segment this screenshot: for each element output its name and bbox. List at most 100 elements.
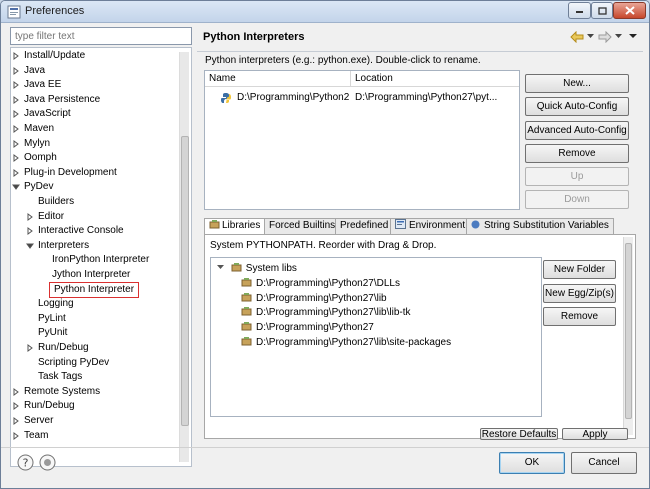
tree-item-label: Logging bbox=[38, 298, 74, 310]
tree-item-label: Builders bbox=[38, 196, 75, 207]
preferences-tree: Install/Update Java Java EE Java Persistenc… bbox=[10, 47, 192, 467]
tree-item-label: Run/Debug bbox=[24, 400, 75, 412]
apply-button[interactable]: Apply bbox=[562, 428, 628, 440]
new-egg-zip-button[interactable]: New Egg/Zip(s) bbox=[543, 284, 616, 303]
tree-item-label: Task Tags bbox=[38, 371, 83, 383]
list-item[interactable]: D:\Programming\Python27\DLLs bbox=[241, 277, 400, 291]
interpreters-description: Python interpreters (e.g.: python.exe). … bbox=[205, 55, 481, 66]
collapsed-arrow-icon[interactable] bbox=[12, 168, 20, 177]
collapsed-arrow-icon[interactable] bbox=[26, 344, 34, 352]
tab-label: Forced Builtins bbox=[269, 220, 336, 231]
tree-item-label: PyUnit bbox=[38, 327, 68, 339]
view-menu-icon[interactable] bbox=[629, 33, 637, 39]
preference-page: Python Interpreters Python interpreters … bbox=[197, 25, 645, 445]
list-item[interactable]: D:\Programming\Python27\lib bbox=[241, 292, 387, 306]
tab-label: String Substitution Variables bbox=[484, 220, 609, 231]
import-export-icon[interactable] bbox=[39, 454, 56, 471]
svg-text:?: ? bbox=[23, 457, 29, 470]
libraries-icon bbox=[209, 220, 220, 229]
collapsed-arrow-icon[interactable] bbox=[12, 110, 20, 119]
tree-item-label: Java Persistence bbox=[24, 93, 101, 105]
tab-predefined[interactable]: Predefined bbox=[335, 218, 394, 234]
tree-item-label: Team bbox=[24, 429, 49, 441]
collapsed-arrow-icon[interactable] bbox=[12, 95, 20, 104]
collapsed-arrow-icon[interactable] bbox=[12, 125, 20, 133]
list-item[interactable]: D:\Programming\Python27 bbox=[241, 321, 374, 335]
tree-item-label: PyDev bbox=[24, 181, 54, 193]
maximize-button[interactable] bbox=[591, 2, 613, 19]
library-path: D:\Programming\Python27 bbox=[256, 322, 374, 334]
forward-menu-icon[interactable] bbox=[615, 33, 622, 39]
expanded-arrow-icon[interactable] bbox=[12, 183, 20, 191]
variables-icon bbox=[471, 220, 480, 229]
back-menu-icon[interactable] bbox=[587, 33, 594, 39]
tree-item-label: Oomph bbox=[24, 152, 57, 164]
close-window-button[interactable] bbox=[613, 2, 646, 19]
collapsed-arrow-icon[interactable] bbox=[12, 402, 20, 411]
maximize-icon bbox=[597, 6, 607, 15]
remove-library-button[interactable]: Remove bbox=[543, 307, 616, 326]
new-interpreter-button[interactable]: New... bbox=[525, 74, 629, 93]
list-item[interactable]: D:\Programming\Python27\lib\site-package… bbox=[241, 336, 451, 350]
quick-auto-config-button[interactable]: Quick Auto-Config bbox=[525, 97, 629, 116]
help-icon[interactable]: ? bbox=[17, 454, 34, 471]
move-down-button[interactable]: Down bbox=[525, 190, 629, 209]
new-folder-button[interactable]: New Folder bbox=[543, 260, 616, 279]
collapsed-arrow-icon[interactable] bbox=[12, 431, 20, 440]
collapsed-arrow-icon[interactable] bbox=[12, 417, 20, 425]
tree-item-label: Server bbox=[24, 415, 54, 426]
collapsed-arrow-icon[interactable] bbox=[26, 212, 34, 221]
system-libs-node[interactable]: System libs bbox=[217, 262, 297, 276]
expanded-arrow-icon[interactable] bbox=[217, 263, 225, 271]
collapsed-arrow-icon[interactable] bbox=[12, 66, 20, 75]
tab-forced-builtins[interactable]: Forced Builtins bbox=[264, 218, 341, 234]
move-up-button[interactable]: Up bbox=[525, 167, 629, 186]
collapsed-arrow-icon[interactable] bbox=[26, 227, 34, 236]
tab-string-substitution-variables[interactable]: String Substitution Variables bbox=[466, 218, 614, 234]
interpreter-name: D:\Programming\Python27\ bbox=[237, 92, 349, 103]
tree-item-label: Java EE bbox=[24, 79, 62, 91]
expanded-arrow-icon[interactable] bbox=[26, 242, 34, 250]
tab-environment[interactable]: Environment bbox=[390, 218, 471, 234]
eclipse-app-icon bbox=[7, 5, 21, 19]
collapsed-arrow-icon[interactable] bbox=[12, 139, 20, 148]
remove-interpreter-button[interactable]: Remove bbox=[525, 144, 629, 163]
tab-label: Libraries bbox=[222, 220, 261, 231]
tree-item-label: Python Interpreter bbox=[49, 281, 140, 298]
advanced-auto-config-button[interactable]: Advanced Auto-Config bbox=[525, 121, 629, 140]
tree-item-label: IronPython Interpreter bbox=[52, 254, 150, 266]
interpreter-tabs: Libraries Forced Builtins Predefined Env… bbox=[204, 218, 634, 235]
minimize-button[interactable] bbox=[568, 2, 591, 19]
scrollbar-thumb[interactable] bbox=[181, 136, 189, 426]
tree-item-label: Java bbox=[24, 64, 46, 76]
filter-input[interactable] bbox=[10, 27, 192, 45]
ok-button[interactable]: OK bbox=[499, 452, 565, 474]
tree-item-label: Maven bbox=[24, 123, 55, 134]
tree-item-label: JavaScript bbox=[24, 108, 71, 120]
back-arrow-icon[interactable] bbox=[570, 31, 584, 43]
list-item[interactable]: D:\Programming\Python27\lib\lib-tk bbox=[241, 306, 411, 320]
scrollbar-thumb[interactable] bbox=[625, 243, 632, 419]
collapsed-arrow-icon[interactable] bbox=[12, 154, 20, 163]
title-bar: Preferences bbox=[1, 1, 649, 23]
tree-item-label: PyLint bbox=[38, 312, 66, 324]
restore-defaults-button[interactable]: Restore Defaults bbox=[480, 428, 558, 440]
library-path: D:\Programming\Python27\lib\site-package… bbox=[256, 336, 452, 348]
library-path: D:\Programming\Python27\DLLs bbox=[256, 278, 400, 289]
tree-scrollbar[interactable] bbox=[179, 52, 189, 462]
forward-arrow-icon[interactable] bbox=[598, 31, 612, 43]
tab-panel-scrollbar[interactable] bbox=[623, 237, 633, 435]
tab-libraries[interactable]: Libraries bbox=[204, 218, 266, 235]
folder-library-icon bbox=[241, 278, 252, 287]
collapsed-arrow-icon[interactable] bbox=[12, 81, 20, 90]
title-separator bbox=[197, 51, 643, 52]
tree-item-label: Interactive Console bbox=[38, 225, 124, 237]
tree-item-label: Mylyn bbox=[24, 137, 51, 149]
library-path: D:\Programming\Python27\lib\lib-tk bbox=[256, 307, 411, 319]
folder-library-icon bbox=[241, 307, 252, 316]
collapsed-arrow-icon[interactable] bbox=[12, 387, 20, 396]
cancel-button[interactable]: Cancel bbox=[571, 452, 637, 474]
collapsed-arrow-icon[interactable] bbox=[12, 52, 20, 60]
tab-label: Environment bbox=[409, 220, 466, 231]
table-row[interactable]: D:\Programming\Python27\ D:\Programming\… bbox=[205, 71, 519, 111]
